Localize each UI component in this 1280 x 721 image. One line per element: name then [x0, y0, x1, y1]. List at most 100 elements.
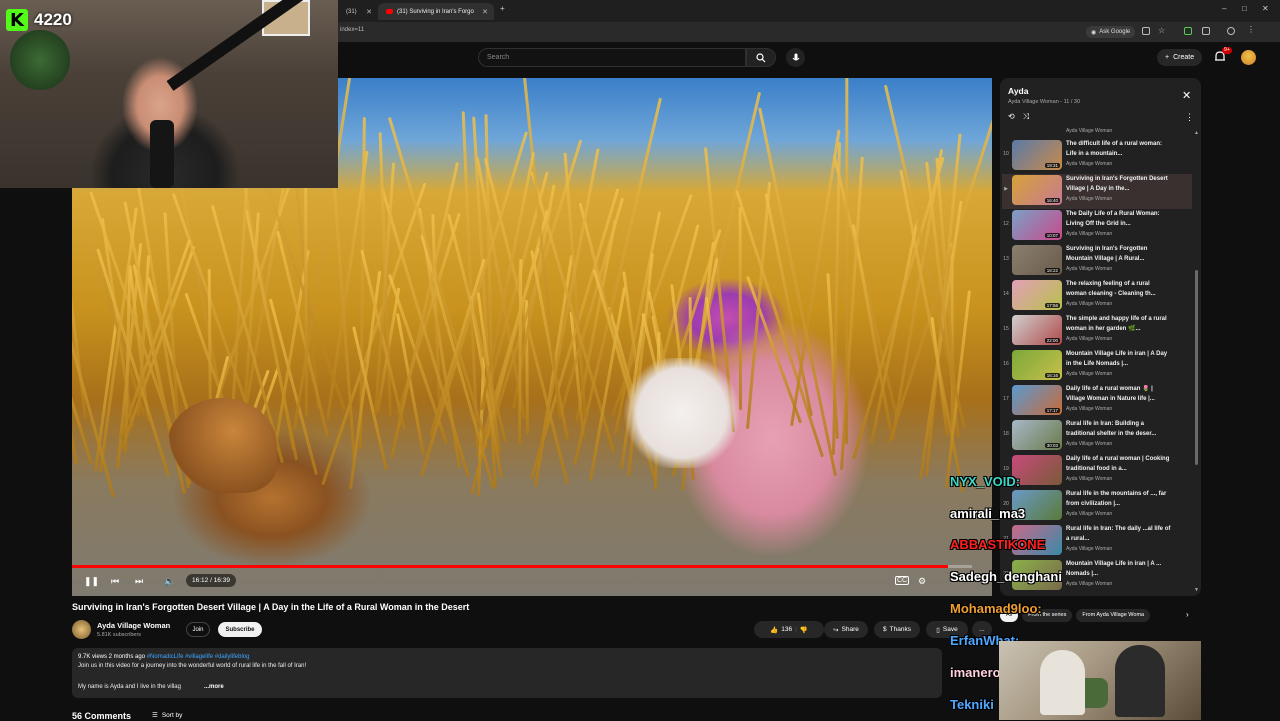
- search-input[interactable]: Search: [478, 48, 746, 67]
- playlist-item-thumbnail[interactable]: 17:56: [1012, 280, 1062, 310]
- chevron-right-icon[interactable]: ›: [1186, 610, 1189, 619]
- volume-icon[interactable]: 🔈: [164, 576, 175, 587]
- close-icon[interactable]: ✕: [1182, 89, 1191, 102]
- playlist-item-thumbnail[interactable]: 16:16: [1012, 350, 1062, 380]
- cast-icon[interactable]: [1142, 27, 1150, 35]
- playlist-item-title[interactable]: Surviving in Iran's Forgotten Mountain V…: [1066, 245, 1171, 264]
- playlist-item-channel[interactable]: Ayda Village Woman: [1066, 266, 1112, 272]
- close-window-icon[interactable]: ✕: [1262, 4, 1269, 13]
- ask-google-button[interactable]: ◉ Ask Google: [1086, 26, 1136, 38]
- playlist-menu-icon[interactable]: ⋮: [1185, 112, 1194, 123]
- playlist-item-thumbnail[interactable]: 18:22: [1012, 245, 1062, 275]
- loop-icon[interactable]: ⟲: [1008, 112, 1015, 122]
- playlist-item[interactable]: 14 17:56 The relaxing feeling of a rural w…: [1002, 279, 1192, 314]
- playlist-item-thumbnail[interactable]: 16:40: [1012, 175, 1062, 205]
- bookmark-star-icon[interactable]: ☆: [1158, 26, 1165, 35]
- playlist-item-title[interactable]: Rural life in Iran: Building a tradition…: [1066, 420, 1171, 439]
- browser-tab-active[interactable]: (31) Surviving in Iran's Forgo ✕: [378, 3, 494, 20]
- playlist-scrollbar[interactable]: [1195, 270, 1198, 465]
- playlist-item-channel[interactable]: Ayda Village Woman: [1066, 546, 1112, 552]
- like-count[interactable]: 136: [781, 626, 792, 633]
- playlist-item-title[interactable]: The difficult life of a rural woman: Lif…: [1066, 140, 1171, 159]
- playlist-item-thumbnail[interactable]: 19:31: [1012, 140, 1062, 170]
- thumbs-up-icon[interactable]: 👍: [770, 626, 778, 634]
- url-text[interactable]: index=11: [340, 27, 364, 33]
- time-display: 16:12 / 16:39: [186, 574, 236, 587]
- playlist-item[interactable]: 13 18:22 Surviving in Iran's Forgotten Mou…: [1002, 244, 1192, 279]
- browser-tab[interactable]: (31) ✕: [338, 3, 378, 20]
- next-icon[interactable]: ⏭: [135, 576, 143, 587]
- search-button[interactable]: [746, 48, 776, 67]
- channel-avatar[interactable]: [72, 620, 91, 639]
- scroll-down-icon[interactable]: ▼: [1194, 587, 1199, 593]
- playlist-item-thumbnail[interactable]: 22:00: [1012, 315, 1062, 345]
- settings-gear-icon[interactable]: ⚙: [918, 576, 926, 587]
- join-button[interactable]: Join: [186, 622, 210, 637]
- playlist-item[interactable]: 16 16:16 Mountain Village Life in iran | A…: [1002, 349, 1192, 384]
- playlist-item-channel[interactable]: Ayda Village Woman: [1066, 476, 1112, 482]
- playlist-item-title[interactable]: The simple and happy life of a rural wom…: [1066, 315, 1171, 334]
- playlist-item-title[interactable]: Mountain Village Life in iran | A ... No…: [1066, 560, 1171, 579]
- new-tab-icon[interactable]: +: [500, 4, 505, 13]
- playlist-item-channel[interactable]: Ayda Village Woman: [1066, 161, 1112, 167]
- scroll-up-icon[interactable]: ▲: [1194, 130, 1199, 136]
- playlist-item-title[interactable]: Mountain Village Life in iran | A Day in…: [1066, 350, 1171, 369]
- thumbs-down-icon[interactable]: 👎: [800, 626, 808, 634]
- playlist-item-channel[interactable]: Ayda Village Woman: [1066, 441, 1112, 447]
- tab-close-icon[interactable]: ✕: [482, 8, 488, 16]
- playlist-item[interactable]: 10 19:31 The difficult life of a rural wom…: [1002, 139, 1192, 174]
- playlist-item[interactable]: ▶ 16:40 Surviving in Iran's Forgotten Dese…: [1002, 174, 1192, 209]
- playlist-item-thumbnail[interactable]: 17:17: [1012, 385, 1062, 415]
- captions-icon[interactable]: CC: [895, 576, 910, 585]
- playlist-item[interactable]: 17 17:17 Daily life of a rural woman 🌷 | V…: [1002, 384, 1192, 419]
- extension-icon[interactable]: [1184, 27, 1192, 35]
- playlist-item-channel[interactable]: Ayda Village Woman: [1066, 128, 1112, 134]
- playlist-item-duration: 22:00: [1044, 338, 1060, 343]
- show-more-link[interactable]: ...more: [204, 684, 224, 690]
- create-button[interactable]: + Create: [1157, 49, 1203, 66]
- playlist-item-channel[interactable]: Ayda Village Woman: [1066, 301, 1112, 307]
- playlist-item-title[interactable]: Surviving in Iran's Forgotten Desert Vil…: [1066, 175, 1171, 194]
- playlist-item-channel[interactable]: Ayda Village Woman: [1066, 196, 1112, 202]
- playlist-item-channel[interactable]: Ayda Village Woman: [1066, 231, 1112, 237]
- woman-figure: [622, 358, 742, 468]
- chrome-menu-icon[interactable]: ⋮: [1247, 25, 1255, 34]
- thanks-button[interactable]: $ Thanks: [874, 621, 920, 638]
- extensions-puzzle-icon[interactable]: [1202, 27, 1210, 35]
- account-avatar[interactable]: [1241, 50, 1256, 65]
- maximize-icon[interactable]: □: [1242, 4, 1247, 13]
- sort-by-button[interactable]: ☰ Sort by: [152, 711, 182, 720]
- playlist-item-title[interactable]: Daily life of a rural woman | Cooking tr…: [1066, 455, 1171, 474]
- hashtags[interactable]: #NomadicLife #villagelife #dailylifeblog: [147, 654, 250, 660]
- super-thanks-icon: $: [883, 626, 887, 633]
- playlist-title[interactable]: Ayda: [1008, 86, 1028, 96]
- previous-icon[interactable]: ⏮: [111, 576, 119, 587]
- voice-search-button[interactable]: [786, 48, 805, 67]
- share-button[interactable]: ↪ Share: [824, 621, 868, 638]
- shuffle-icon[interactable]: ⤨: [1023, 112, 1029, 122]
- playlist-item-channel[interactable]: Ayda Village Woman: [1066, 336, 1112, 342]
- tab-close-icon[interactable]: ✕: [366, 8, 372, 16]
- playlist-item-title[interactable]: The relaxing feeling of a rural woman cl…: [1066, 280, 1171, 299]
- playlist-item[interactable]: 19 Daily life of a rural woman | Cooking …: [1002, 454, 1192, 489]
- subscribe-button[interactable]: Subscribe: [218, 622, 262, 637]
- channel-name[interactable]: Ayda Village Woman: [97, 621, 170, 630]
- playlist-item-channel[interactable]: Ayda Village Woman: [1066, 371, 1112, 377]
- playlist-item-title[interactable]: Rural life in the mountains of ..., far …: [1066, 490, 1171, 509]
- minimize-icon[interactable]: –: [1222, 4, 1226, 13]
- playlist-item[interactable]: 18 30:03 Rural life in Iran: Building a tr…: [1002, 419, 1192, 454]
- playlist-item-channel[interactable]: Ayda Village Woman: [1066, 406, 1112, 412]
- playlist-item-title[interactable]: The Daily Life of a Rural Woman: Living …: [1066, 210, 1171, 229]
- playlist-item[interactable]: 15 22:00 The simple and happy life of a ru…: [1002, 314, 1192, 349]
- playlist-item-channel[interactable]: Ayda Village Woman: [1066, 511, 1112, 517]
- playlist-item[interactable]: 12 10:07 The Daily Life of a Rural Woman: …: [1002, 209, 1192, 244]
- playlist-item-title[interactable]: Rural life in Iran: The daily ...al life…: [1066, 525, 1171, 544]
- playlist-item-title[interactable]: Daily life of a rural woman 🌷 | Village …: [1066, 385, 1171, 404]
- playlist-item-channel[interactable]: Ayda Village Woman: [1066, 581, 1112, 587]
- pause-icon[interactable]: ❚❚: [84, 576, 99, 587]
- profile-icon[interactable]: [1227, 27, 1235, 35]
- playlist-item-thumbnail[interactable]: 10:07: [1012, 210, 1062, 240]
- playlist-item[interactable]: 20 Rural life in the mountains of ..., fa…: [1002, 489, 1192, 524]
- playlist-item-thumbnail[interactable]: 30:03: [1012, 420, 1062, 450]
- chip-channel[interactable]: From Ayda Village Woma: [1076, 608, 1151, 622]
